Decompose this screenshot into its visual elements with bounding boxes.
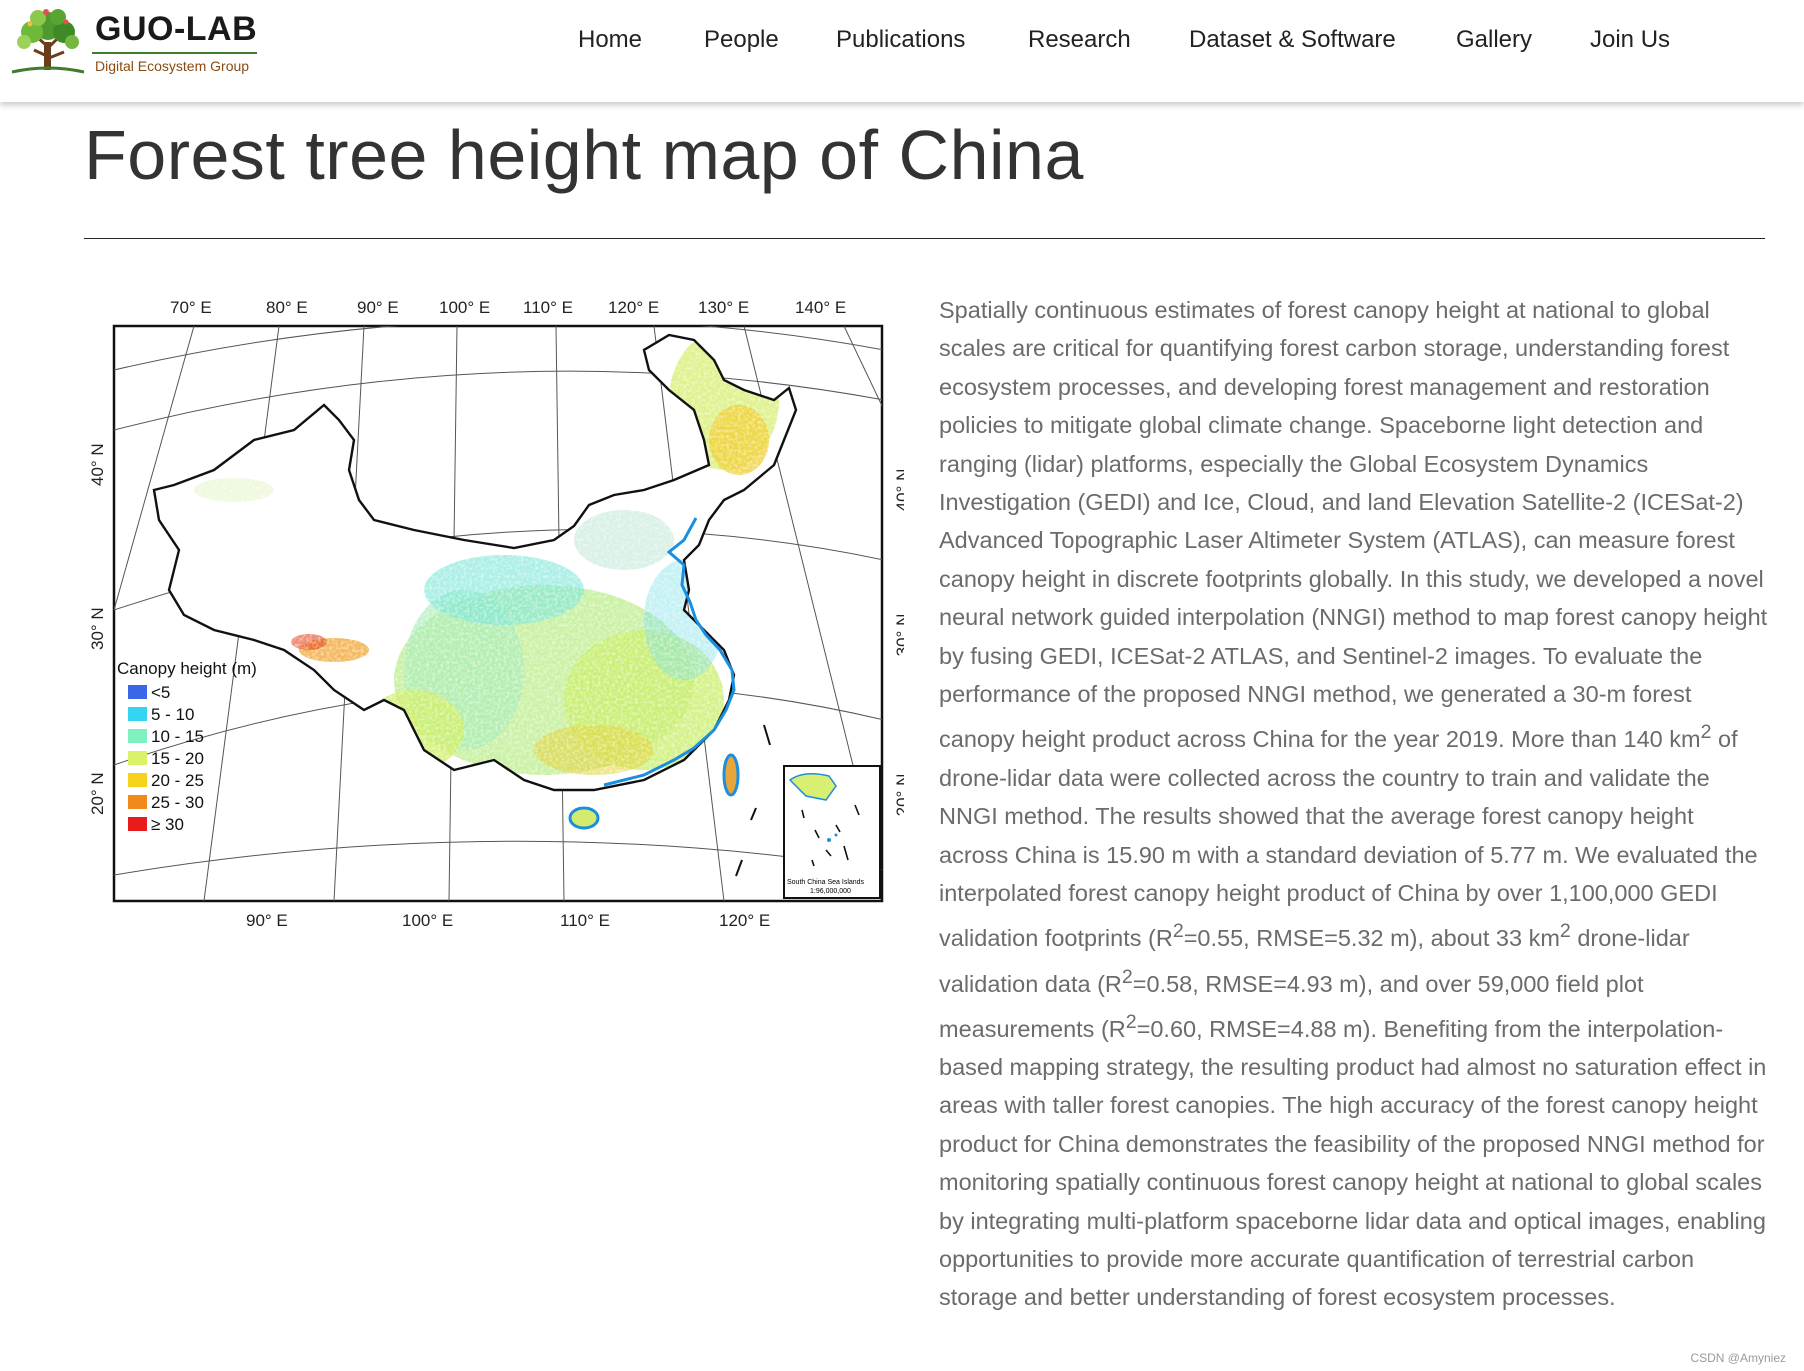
abstract-part: of drone-lidar data were collected acros… xyxy=(939,726,1758,952)
superscript: 2 xyxy=(1172,920,1184,943)
lon-label: 110° E xyxy=(560,911,610,930)
bottom-longitude-labels: 90° E 100° E 110° E 120° E xyxy=(246,911,770,930)
legend-swatch xyxy=(128,773,147,787)
legend-swatch xyxy=(128,707,147,721)
title-divider xyxy=(84,238,1765,239)
legend-title: Canopy height (m) xyxy=(117,659,257,678)
nav-research[interactable]: Research xyxy=(1028,26,1131,54)
superscript: 2 xyxy=(1121,965,1133,988)
legend-label: 10 - 15 xyxy=(151,727,204,746)
legend-label: 20 - 25 xyxy=(151,771,204,790)
abstract-part: =0.55, RMSE=5.32 m), about 33 km xyxy=(1183,925,1560,952)
china-canopy-height-map: 70° E 80° E 90° E 100° E 110° E 120° E 1… xyxy=(84,290,912,950)
abstract-paragraph: Spatially continuous estimates of forest… xyxy=(939,291,1769,1317)
brand-name: GUO-LAB xyxy=(95,10,258,48)
lat-label: 40° N xyxy=(893,469,904,512)
superscript: 2 xyxy=(1700,721,1712,744)
legend-label: ≥ 30 xyxy=(151,815,184,834)
lat-label: 40° N xyxy=(88,443,107,486)
nav-dataset-software[interactable]: Dataset & Software xyxy=(1189,26,1396,54)
top-navigation-bar: GUO-LAB Digital Ecosystem Group Home Peo… xyxy=(0,0,1804,102)
legend-label: 25 - 30 xyxy=(151,793,204,812)
lon-label: 80° E xyxy=(266,298,308,317)
taiwan xyxy=(722,753,740,797)
lon-label: 110° E xyxy=(523,298,573,317)
lat-label: 20° N xyxy=(893,774,904,817)
left-latitude-labels: 40° N 30° N 20° N xyxy=(88,443,107,815)
legend-swatch xyxy=(128,685,147,699)
tree-logo-icon xyxy=(11,9,85,74)
lon-label: 130° E xyxy=(698,298,749,317)
nav-home[interactable]: Home xyxy=(578,26,642,54)
abstract-part: Spatially continuous estimates of forest… xyxy=(939,297,1768,753)
page-title: Forest tree height map of China xyxy=(84,116,1084,194)
top-longitude-labels: 70° E 80° E 90° E 100° E 110° E 120° E 1… xyxy=(170,298,846,317)
nav-publications[interactable]: Publications xyxy=(836,26,965,54)
south-china-sea-inset: South China Sea Islands 1:96,000,000 xyxy=(783,765,881,899)
superscript: 2 xyxy=(1125,1010,1137,1033)
abstract-text: Spatially continuous estimates of forest… xyxy=(939,291,1769,1317)
legend-swatch xyxy=(128,817,147,831)
lon-label: 100° E xyxy=(439,298,490,317)
lat-label: 30° N xyxy=(88,607,107,650)
lon-label: 90° E xyxy=(246,911,288,930)
brand-underline xyxy=(92,52,257,54)
nav-join-us[interactable]: Join Us xyxy=(1590,26,1670,54)
legend-label: 15 - 20 xyxy=(151,749,204,768)
legend-label: 5 - 10 xyxy=(151,705,194,724)
inset-title: South China Sea Islands xyxy=(787,879,865,886)
map-figure: 70° E 80° E 90° E 100° E 110° E 120° E 1… xyxy=(88,298,912,930)
abstract-part: =0.60, RMSE=4.88 m). Benefiting from the… xyxy=(939,1015,1767,1311)
lon-label: 120° E xyxy=(608,298,659,317)
superscript: 2 xyxy=(1559,920,1571,943)
lat-label: 30° N xyxy=(893,614,904,657)
inset-scale: 1:96,000,000 xyxy=(810,888,851,895)
lon-label: 140° E xyxy=(795,298,846,317)
legend-swatch xyxy=(128,751,147,765)
legend-swatch xyxy=(128,795,147,809)
lat-label: 20° N xyxy=(88,772,107,815)
lon-label: 120° E xyxy=(719,911,770,930)
right-latitude-labels: 40° N 30° N 20° N xyxy=(893,469,912,817)
lab-logo[interactable]: GUO-LAB Digital Ecosystem Group xyxy=(8,6,258,78)
lon-label: 70° E xyxy=(170,298,212,317)
brand-subtitle: Digital Ecosystem Group xyxy=(95,58,250,74)
legend-swatch xyxy=(128,729,147,743)
watermark: CSDN @Amyniez xyxy=(1690,1351,1786,1365)
lon-label: 100° E xyxy=(402,911,453,930)
nav-gallery[interactable]: Gallery xyxy=(1456,26,1532,54)
legend-label: <5 xyxy=(151,683,170,702)
lon-label: 90° E xyxy=(357,298,399,317)
nav-people[interactable]: People xyxy=(704,26,779,54)
hainan xyxy=(568,806,600,830)
